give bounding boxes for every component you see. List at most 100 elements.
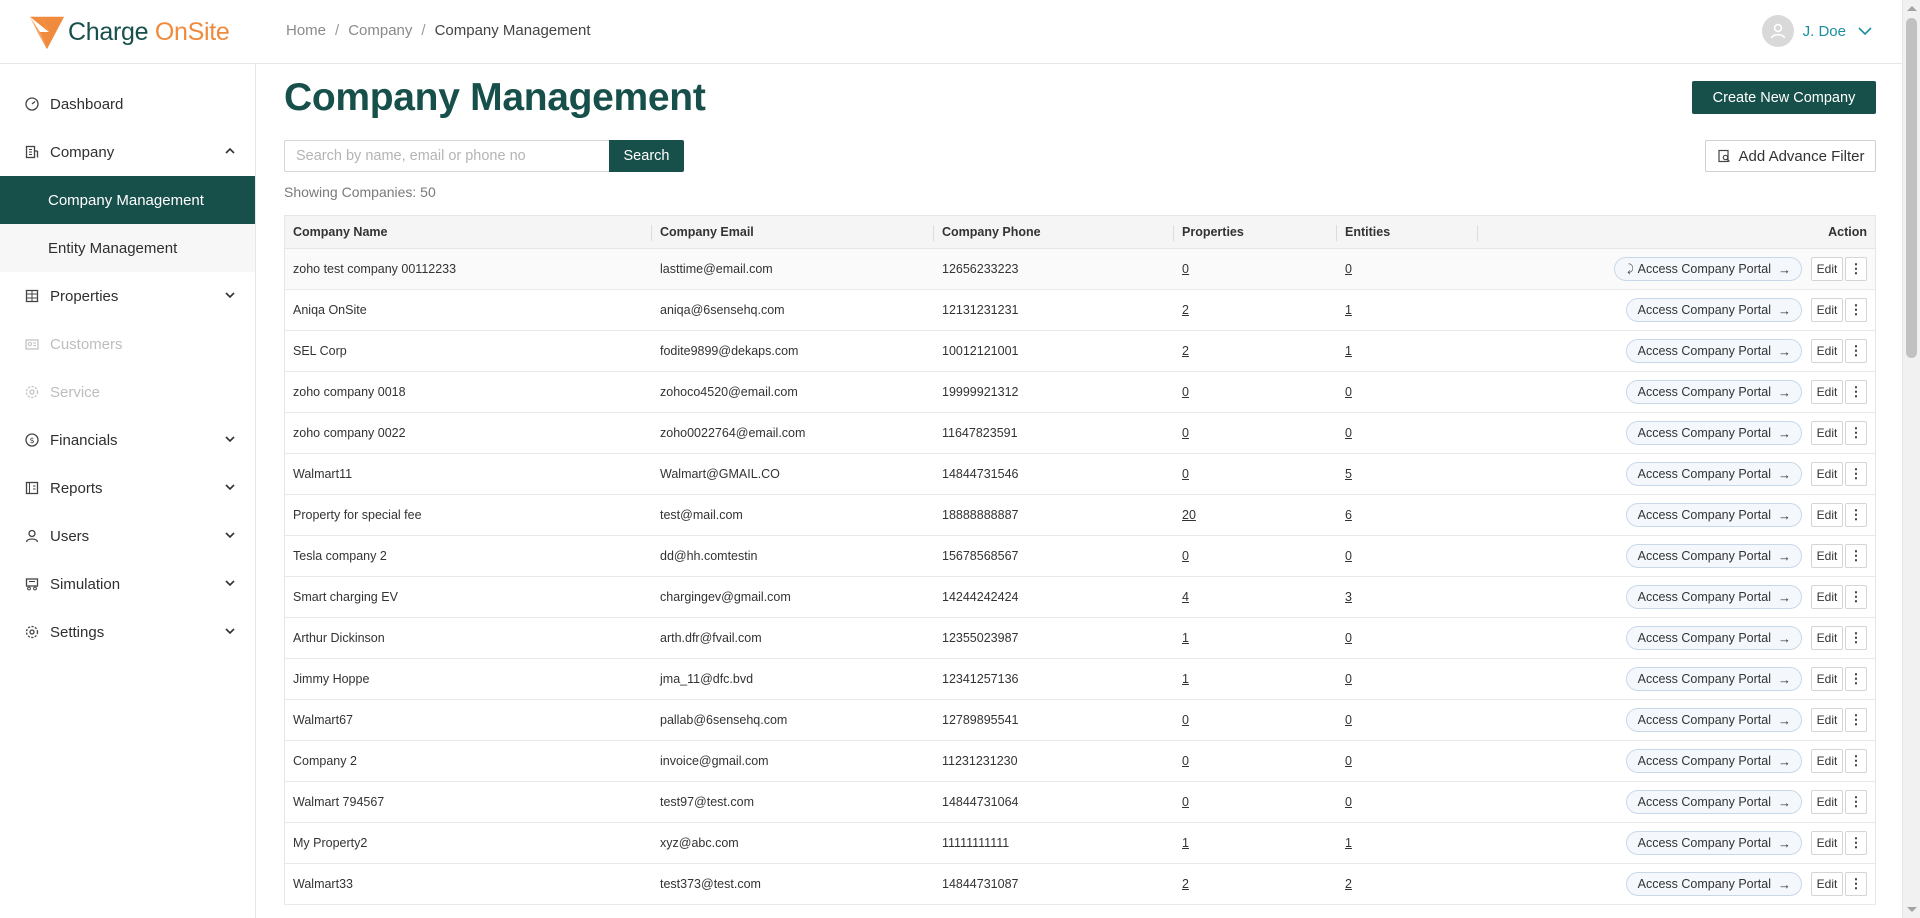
edit-button[interactable]: Edit (1811, 585, 1843, 609)
entities-count-link[interactable]: 1 (1345, 344, 1352, 358)
sidebar-subitem-company-management[interactable]: Company Management (0, 176, 255, 224)
access-company-portal-button[interactable]: Access Company Portal → (1625, 585, 1802, 609)
sidebar-item-company[interactable]: Company (0, 128, 255, 176)
access-company-portal-button[interactable]: Access Company Portal → (1625, 626, 1802, 650)
entities-count-link[interactable]: 0 (1345, 385, 1352, 399)
entities-count-link[interactable]: 0 (1345, 672, 1352, 686)
entities-count-link[interactable]: 0 (1345, 549, 1352, 563)
access-company-portal-button[interactable]: Access Company Portal → (1625, 667, 1802, 691)
access-company-portal-button[interactable]: ⤸ Access Company Portal → (1613, 257, 1802, 281)
edit-button[interactable]: Edit (1811, 257, 1843, 281)
properties-count-link[interactable]: 1 (1182, 672, 1189, 686)
more-options-icon[interactable]: ⋮ (1845, 298, 1867, 322)
sidebar-item-financials[interactable]: $ Financials (0, 416, 255, 464)
sidebar-item-settings[interactable]: Settings (0, 608, 255, 656)
entities-count-link[interactable]: 0 (1345, 795, 1352, 809)
properties-count-link[interactable]: 20 (1182, 508, 1196, 522)
properties-count-link[interactable]: 0 (1182, 426, 1189, 440)
brand-logo[interactable]: Charge OnSite (28, 14, 230, 50)
sidebar-subitem-entity-management[interactable]: Entity Management (0, 224, 255, 272)
sidebar-item-properties[interactable]: Properties (0, 272, 255, 320)
more-options-icon[interactable]: ⋮ (1845, 544, 1867, 568)
search-button[interactable]: Search (609, 140, 684, 172)
more-options-icon[interactable]: ⋮ (1845, 790, 1867, 814)
entities-count-link[interactable]: 6 (1345, 508, 1352, 522)
edit-button[interactable]: Edit (1811, 872, 1843, 896)
edit-button[interactable]: Edit (1811, 503, 1843, 527)
entities-count-link[interactable]: 1 (1345, 303, 1352, 317)
breadcrumb-company[interactable]: Company (348, 22, 412, 39)
access-company-portal-button[interactable]: Access Company Portal → (1625, 872, 1802, 896)
more-options-icon[interactable]: ⋮ (1845, 462, 1867, 486)
properties-count-link[interactable]: 2 (1182, 877, 1189, 891)
more-options-icon[interactable]: ⋮ (1845, 421, 1867, 445)
properties-count-link[interactable]: 0 (1182, 795, 1189, 809)
edit-button[interactable]: Edit (1811, 626, 1843, 650)
properties-count-link[interactable]: 0 (1182, 262, 1189, 276)
search-input[interactable] (284, 140, 609, 172)
access-company-portal-button[interactable]: Access Company Portal → (1625, 831, 1802, 855)
more-options-icon[interactable]: ⋮ (1845, 503, 1867, 527)
edit-button[interactable]: Edit (1811, 831, 1843, 855)
more-options-icon[interactable]: ⋮ (1845, 872, 1867, 896)
properties-count-link[interactable]: 0 (1182, 754, 1189, 768)
edit-button[interactable]: Edit (1811, 667, 1843, 691)
edit-button[interactable]: Edit (1811, 421, 1843, 445)
edit-button[interactable]: Edit (1811, 298, 1843, 322)
properties-count-link[interactable]: 0 (1182, 549, 1189, 563)
properties-count-link[interactable]: 1 (1182, 836, 1189, 850)
edit-button[interactable]: Edit (1811, 380, 1843, 404)
edit-button[interactable]: Edit (1811, 339, 1843, 363)
more-options-icon[interactable]: ⋮ (1845, 749, 1867, 773)
edit-button[interactable]: Edit (1811, 462, 1843, 486)
entities-count-link[interactable]: 0 (1345, 713, 1352, 727)
more-options-icon[interactable]: ⋮ (1845, 380, 1867, 404)
properties-count-link[interactable]: 0 (1182, 713, 1189, 727)
properties-count-link[interactable]: 2 (1182, 303, 1189, 317)
access-company-portal-button[interactable]: Access Company Portal → (1625, 421, 1802, 445)
entities-count-link[interactable]: 0 (1345, 754, 1352, 768)
access-company-portal-button[interactable]: Access Company Portal → (1625, 544, 1802, 568)
entities-count-link[interactable]: 2 (1345, 877, 1352, 891)
entities-count-link[interactable]: 3 (1345, 590, 1352, 604)
access-company-portal-button[interactable]: Access Company Portal → (1625, 462, 1802, 486)
access-company-portal-button[interactable]: Access Company Portal → (1625, 380, 1802, 404)
access-company-portal-button[interactable]: Access Company Portal → (1625, 790, 1802, 814)
entities-count-link[interactable]: 0 (1345, 631, 1352, 645)
breadcrumb-home[interactable]: Home (286, 22, 326, 39)
entities-count-link[interactable]: 5 (1345, 467, 1352, 481)
page-scrollbar[interactable] (1902, 0, 1920, 918)
access-company-portal-button[interactable]: Access Company Portal → (1625, 708, 1802, 732)
access-company-portal-button[interactable]: Access Company Portal → (1625, 339, 1802, 363)
properties-count-link[interactable]: 1 (1182, 631, 1189, 645)
edit-button[interactable]: Edit (1811, 749, 1843, 773)
sidebar-item-simulation[interactable]: Simulation (0, 560, 255, 608)
more-options-icon[interactable]: ⋮ (1845, 257, 1867, 281)
sidebar-item-users[interactable]: Users (0, 512, 255, 560)
more-options-icon[interactable]: ⋮ (1845, 626, 1867, 650)
edit-button[interactable]: Edit (1811, 790, 1843, 814)
access-company-portal-button[interactable]: Access Company Portal → (1625, 749, 1802, 773)
create-new-company-button[interactable]: Create New Company (1692, 81, 1876, 114)
more-options-icon[interactable]: ⋮ (1845, 667, 1867, 691)
sidebar-item-reports[interactable]: Reports (0, 464, 255, 512)
edit-button[interactable]: Edit (1811, 544, 1843, 568)
scrollbar-thumb[interactable] (1906, 18, 1917, 358)
edit-button[interactable]: Edit (1811, 708, 1843, 732)
access-company-portal-button[interactable]: Access Company Portal → (1625, 503, 1802, 527)
add-advance-filter-button[interactable]: Add Advance Filter (1705, 140, 1876, 172)
sidebar-item-dashboard[interactable]: Dashboard (0, 80, 255, 128)
access-company-portal-button[interactable]: Access Company Portal → (1625, 298, 1802, 322)
more-options-icon[interactable]: ⋮ (1845, 339, 1867, 363)
scroll-down-arrow-icon[interactable] (1907, 907, 1917, 912)
scroll-up-arrow-icon[interactable] (1907, 6, 1917, 11)
entities-count-link[interactable]: 0 (1345, 262, 1352, 276)
properties-count-link[interactable]: 0 (1182, 385, 1189, 399)
properties-count-link[interactable]: 4 (1182, 590, 1189, 604)
more-options-icon[interactable]: ⋮ (1845, 831, 1867, 855)
user-menu[interactable]: J. Doe (1761, 15, 1872, 47)
more-options-icon[interactable]: ⋮ (1845, 708, 1867, 732)
entities-count-link[interactable]: 1 (1345, 836, 1352, 850)
entities-count-link[interactable]: 0 (1345, 426, 1352, 440)
properties-count-link[interactable]: 2 (1182, 344, 1189, 358)
